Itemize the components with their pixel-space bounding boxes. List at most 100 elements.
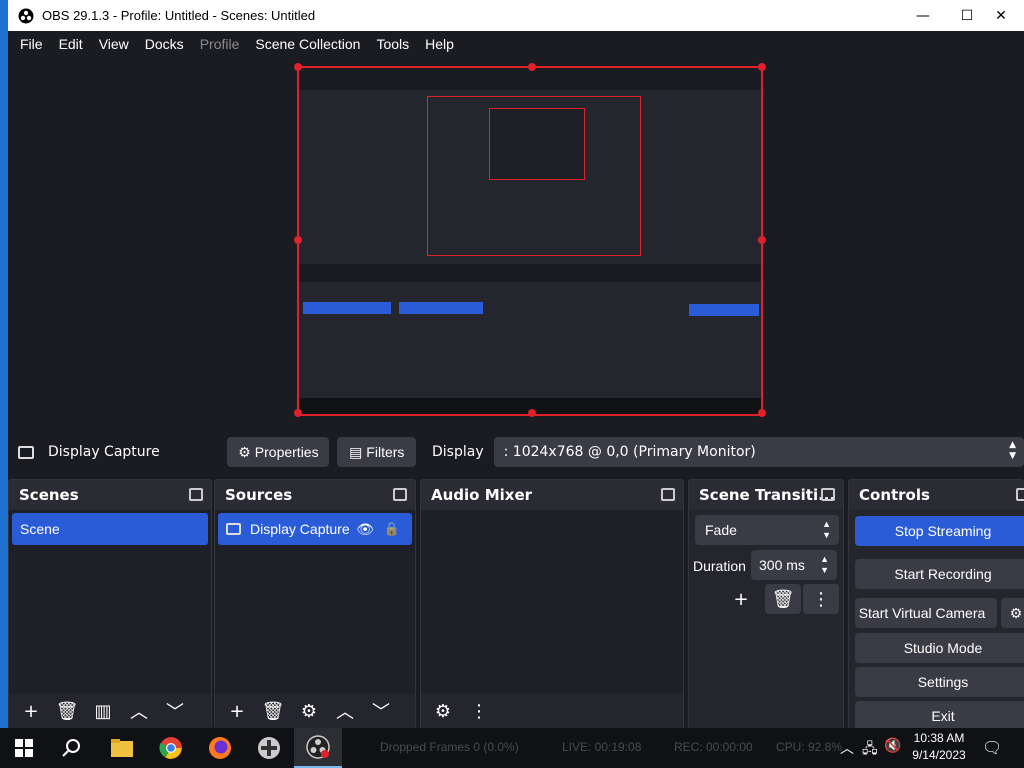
lock-icon[interactable]: 🔒	[384, 521, 400, 537]
resize-handle-br[interactable]	[758, 409, 766, 417]
sources-list[interactable]: Display Capture 👁 🔒	[215, 510, 415, 694]
more-options-icon[interactable]: ⋮	[461, 696, 497, 726]
settings-button[interactable]: Settings	[855, 667, 1024, 697]
source-item[interactable]: Display Capture 👁 🔒	[218, 513, 412, 545]
scenes-dock-title: Scenes	[9, 480, 211, 510]
nested-scene-item	[303, 302, 391, 314]
resize-handle-tl[interactable]	[294, 63, 302, 71]
move-down-icon[interactable]: ﹀	[363, 696, 399, 726]
transitions-title: Scene Transiti...	[699, 486, 836, 504]
virtual-camera-config-button[interactable]: ⚙	[1001, 598, 1024, 628]
file-explorer-button[interactable]	[98, 728, 146, 768]
remove-scene-icon[interactable]: 🗑	[49, 696, 85, 726]
transitions-dock-title: Scene Transiti...	[689, 480, 843, 510]
close-icon: ✕	[995, 7, 1007, 24]
menu-bar: File Edit View Docks Profile Scene Colle…	[8, 31, 1024, 57]
folder-icon	[111, 739, 133, 757]
scenes-list[interactable]: Scene	[9, 510, 211, 694]
obs-taskbar-button[interactable]	[294, 728, 342, 768]
filters-button[interactable]: ▤ Filters	[337, 437, 417, 467]
properties-label: Properties	[254, 444, 319, 460]
remove-transition-icon[interactable]: 🗑	[765, 584, 801, 614]
controls-title: Controls	[859, 486, 930, 504]
resize-handle-tr[interactable]	[758, 63, 766, 71]
resize-handle-ml[interactable]	[294, 236, 302, 244]
duration-spinbox[interactable]: 300 ms ▲ ▼	[751, 550, 837, 580]
menu-tools[interactable]: Tools	[368, 36, 417, 52]
transition-select[interactable]: Fade ▲ ▼	[695, 515, 839, 545]
source-toolbar: Display Capture ⚙ Properties ▤ Filters D…	[8, 432, 1024, 472]
chrome-button[interactable]	[147, 728, 195, 768]
filters-label: Filters	[366, 444, 405, 460]
windows-logo-icon	[15, 739, 33, 757]
remove-source-icon[interactable]: 🗑	[255, 696, 291, 726]
network-icon[interactable]: 🖧	[862, 738, 878, 762]
taskbar-clock[interactable]: 10:38 AM 9/14/2023	[902, 730, 976, 764]
window-title: OBS 29.1.3 - Profile: Untitled - Scenes:…	[42, 8, 316, 23]
menu-edit[interactable]: Edit	[51, 36, 91, 52]
app-button[interactable]	[245, 728, 293, 768]
resize-handle-mr[interactable]	[758, 236, 766, 244]
speaker-muted-icon[interactable]: 🔇	[884, 738, 901, 754]
resize-handle-tc[interactable]	[528, 63, 536, 71]
undock-icon[interactable]	[1016, 488, 1024, 501]
scene-filters-icon[interactable]: ▥	[85, 696, 121, 726]
source-properties-icon[interactable]: ⚙	[291, 696, 327, 726]
close-button[interactable]: ✕	[978, 0, 1024, 31]
transition-properties-icon[interactable]: ⋮	[803, 584, 839, 614]
resize-handle-bc[interactable]	[528, 409, 536, 417]
resize-handle-bl[interactable]	[294, 409, 302, 417]
title-bar: OBS 29.1.3 - Profile: Untitled - Scenes:…	[8, 0, 1024, 31]
preview-source-frame[interactable]	[294, 63, 766, 417]
start-recording-button[interactable]: Start Recording	[855, 559, 1024, 589]
sources-dock-title: Sources	[215, 480, 415, 510]
undock-icon[interactable]	[189, 488, 203, 501]
move-down-icon[interactable]: ﹀	[157, 696, 193, 726]
transition-select-value: Fade	[705, 522, 737, 538]
start-virtual-camera-button[interactable]: Start Virtual Camera	[855, 598, 997, 628]
undock-icon[interactable]	[661, 488, 675, 501]
eye-icon[interactable]: 👁	[356, 521, 374, 538]
obs-logo-icon	[306, 735, 330, 759]
exit-button[interactable]: Exit	[855, 701, 1024, 728]
menu-view[interactable]: View	[91, 36, 137, 52]
properties-button[interactable]: ⚙ Properties	[227, 437, 330, 467]
start-button[interactable]	[0, 728, 48, 768]
preview-area[interactable]	[8, 57, 1024, 431]
spin-arrows-icon[interactable]: ▲ ▼	[820, 554, 829, 576]
source-item-label: Display Capture	[250, 521, 350, 537]
menu-file[interactable]: File	[12, 36, 51, 52]
menu-help[interactable]: Help	[417, 36, 462, 52]
search-button[interactable]	[48, 728, 96, 768]
advanced-audio-icon[interactable]: ⚙	[425, 696, 461, 726]
audio-mixer-dock: Audio Mixer ⚙ ⋮	[420, 479, 684, 729]
firefox-button[interactable]	[196, 728, 244, 768]
chevron-up-icon[interactable]: ︿	[840, 738, 854, 758]
add-scene-icon[interactable]: +	[13, 696, 49, 726]
scenes-dock: Scenes Scene + 🗑 ▥ ︿ ﹀	[8, 479, 212, 729]
scenes-title: Scenes	[19, 486, 79, 504]
display-select[interactable]: : 1024x768 @ 0,0 (Primary Monitor) ▲ ▼	[493, 437, 1024, 467]
dropped-frames-status: Dropped Frames 0 (0.0%)	[380, 740, 519, 754]
filter-icon: ▤	[349, 443, 363, 460]
undock-icon[interactable]	[821, 488, 835, 501]
notifications-icon[interactable]: 🗨	[982, 738, 1002, 757]
studio-mode-button[interactable]: Studio Mode	[855, 633, 1024, 663]
menu-docks[interactable]: Docks	[137, 36, 192, 52]
gamepad-icon	[258, 737, 280, 759]
menu-profile[interactable]: Profile	[192, 36, 248, 52]
move-up-icon[interactable]: ︿	[327, 696, 363, 726]
add-source-icon[interactable]: +	[219, 696, 255, 726]
stop-streaming-button[interactable]: Stop Streaming	[855, 516, 1024, 546]
undock-icon[interactable]	[393, 488, 407, 501]
gear-icon: ⚙	[238, 443, 251, 460]
windows-taskbar: Dropped Frames 0 (0.0%) LIVE: 00:19:08 R…	[0, 728, 1024, 768]
search-icon	[62, 739, 80, 757]
minimize-button[interactable]: —	[900, 0, 946, 31]
add-transition-icon[interactable]: +	[723, 584, 759, 614]
move-up-icon[interactable]: ︿	[121, 696, 157, 726]
menu-scene-collection[interactable]: Scene Collection	[247, 36, 368, 52]
scene-item[interactable]: Scene	[12, 513, 208, 545]
transitions-dock: Scene Transiti... Fade ▲ ▼ Duration 300 m…	[688, 479, 844, 729]
chrome-icon	[159, 737, 182, 759]
